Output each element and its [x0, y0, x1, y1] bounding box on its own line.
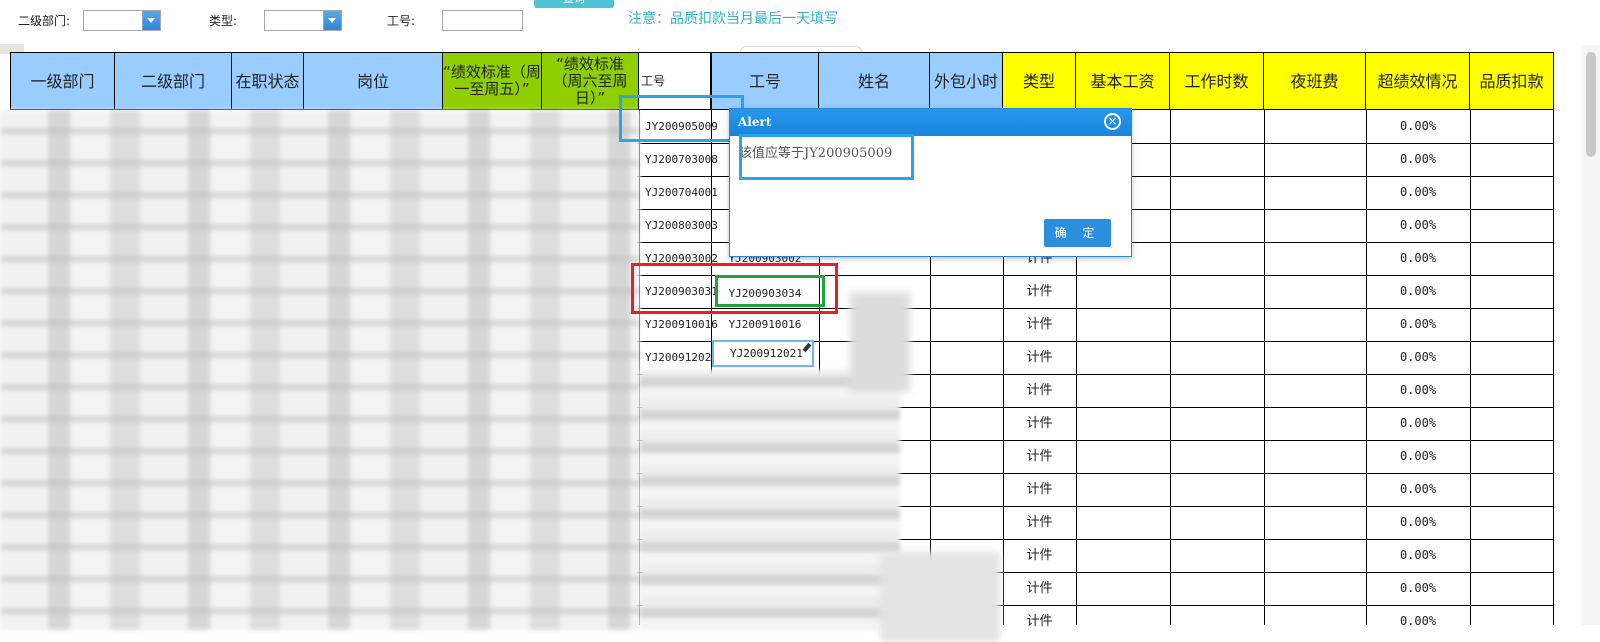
col-header-outsource-hours[interactable]: 外包小时 — [930, 52, 1003, 110]
col-header-base-salary[interactable]: 基本工资 — [1076, 52, 1170, 110]
type-filter-label: 类型: — [209, 14, 238, 28]
dept-filter-label: 二级部门: — [18, 14, 71, 28]
col-header-name[interactable]: 姓名 — [819, 52, 930, 110]
col-header-position[interactable]: 岗位 — [304, 52, 443, 110]
col-header-dept1[interactable]: 一级部门 — [10, 52, 115, 110]
table-cell-empno-ref[interactable]: YJ200803003 — [639, 209, 718, 242]
table-cell-over-perf[interactable]: 0.00% — [1366, 407, 1470, 440]
blurred-data — [0, 110, 640, 630]
col-header-kind[interactable]: 类型 — [1003, 52, 1076, 110]
col-header-quality-deduct[interactable]: 品质扣款 — [1470, 52, 1554, 110]
highlight-box-blue — [739, 134, 914, 180]
notice-text: 注意：品质扣款当月最后一天填写 — [628, 11, 838, 27]
empno-input[interactable] — [442, 10, 523, 31]
col-header-std-weekday[interactable]: “绩效标准（周一至周五）” — [443, 52, 542, 110]
chevron-down-icon[interactable] — [323, 11, 341, 30]
blurred-data — [640, 370, 900, 630]
table-cell-over-perf[interactable]: 0.00% — [1366, 341, 1470, 374]
table-cell-over-perf[interactable]: 0.00% — [1366, 572, 1470, 605]
query-button[interactable]: 查询 — [534, 0, 614, 8]
alert-dialog: Alert × 该值应等于JY200905009 确 定 — [729, 108, 1132, 257]
table-cell-over-perf[interactable]: 0.00% — [1366, 308, 1470, 341]
table-cell-over-perf[interactable]: 0.00% — [1366, 242, 1470, 275]
col-header-dept2[interactable]: 二级部门 — [115, 52, 232, 110]
col-header-work-hours[interactable]: 工作时数 — [1170, 52, 1264, 110]
table-cell-kind[interactable]: 计件 — [1003, 275, 1076, 308]
ok-button[interactable]: 确 定 — [1044, 219, 1111, 247]
highlight-box-blue — [619, 95, 744, 142]
dialog-title: Alert — [730, 109, 1131, 136]
chevron-down-icon[interactable] — [142, 11, 160, 30]
close-icon[interactable]: × — [1104, 113, 1121, 130]
blurred-data — [850, 292, 910, 392]
col-header-night-fee[interactable]: 夜班费 — [1264, 52, 1366, 110]
table-cell-kind[interactable]: 计件 — [1003, 539, 1076, 572]
table-cell-empno-ref[interactable]: YJ200704001 — [639, 176, 718, 209]
type-select[interactable] — [264, 10, 342, 31]
table-cell-kind[interactable]: 计件 — [1003, 407, 1076, 440]
table-cell-over-perf[interactable]: 0.00% — [1366, 176, 1470, 209]
pencil-icon — [802, 342, 812, 353]
grid-line — [1170, 110, 1171, 625]
table-cell-kind[interactable]: 计件 — [1003, 440, 1076, 473]
table-cell-kind[interactable]: 计件 — [1003, 341, 1076, 374]
col-header-over-perf[interactable]: 超绩效情况 — [1366, 52, 1470, 110]
table-cell-over-perf[interactable]: 0.00% — [1366, 506, 1470, 539]
empno-filter-label: 工号: — [387, 14, 416, 28]
blurred-data — [880, 552, 1000, 642]
table-cell-kind[interactable]: 计件 — [1003, 572, 1076, 605]
table-cell-kind[interactable]: 计件 — [1003, 374, 1076, 407]
table-cell-over-perf[interactable]: 0.00% — [1366, 440, 1470, 473]
table-cell-kind[interactable]: 计件 — [1003, 473, 1076, 506]
filter-bar: 二级部门: 类型: 工号: 查询 注意：品质扣款当月最后一天填写 — [0, 0, 1600, 57]
table-cell-over-perf[interactable]: 0.00% — [1366, 209, 1470, 242]
table-cell-over-perf[interactable]: 0.00% — [1366, 374, 1470, 407]
table-cell-over-perf[interactable]: 0.00% — [1366, 539, 1470, 572]
table-cell-kind[interactable]: 计件 — [1003, 605, 1076, 638]
highlight-box-green — [715, 275, 825, 307]
table-cell-over-perf[interactable]: 0.00% — [1366, 605, 1470, 638]
table-cell-empno-ref[interactable]: YJ200703008 — [639, 143, 718, 176]
table-cell-over-perf[interactable]: 0.00% — [1366, 143, 1470, 176]
dept-select[interactable] — [83, 10, 161, 31]
table-cell-kind[interactable]: 计件 — [1003, 506, 1076, 539]
scrollbar-thumb[interactable] — [1586, 52, 1596, 157]
grid-line — [1470, 110, 1471, 625]
table-cell-over-perf[interactable]: 0.00% — [1366, 110, 1470, 143]
table-cell-empno-ref[interactable]: YJ200912021 — [639, 341, 718, 374]
table-cell-over-perf[interactable]: 0.00% — [1366, 275, 1470, 308]
grid-line — [1264, 110, 1265, 625]
table-cell-over-perf[interactable]: 0.00% — [1366, 473, 1470, 506]
col-header-status[interactable]: 在职状态 — [232, 52, 304, 110]
grid-line — [1553, 110, 1554, 625]
table-cell-kind[interactable]: 计件 — [1003, 308, 1076, 341]
empno-edit-input[interactable]: YJ200912021 — [712, 340, 814, 367]
edit-input-value: YJ200912021 — [730, 347, 803, 360]
